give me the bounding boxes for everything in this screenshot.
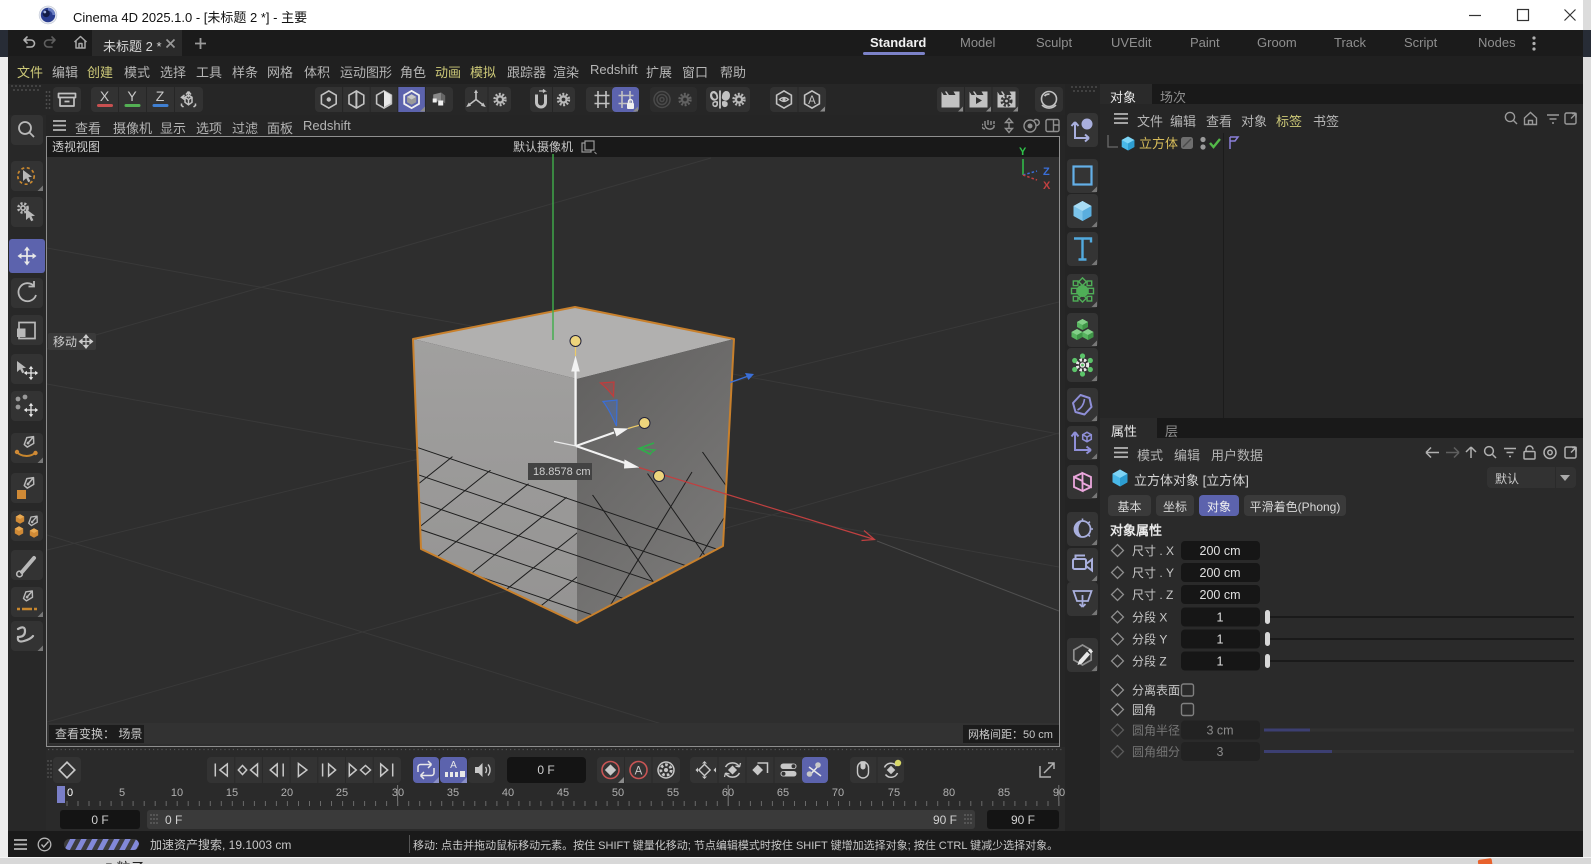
svg-text:90 F: 90 F	[1011, 813, 1035, 827]
svg-text:尺寸 . Z: 尺寸 . Z	[1132, 588, 1173, 602]
svg-text:10: 10	[171, 787, 183, 799]
svg-text:尺寸 . Y: 尺寸 . Y	[1132, 566, 1174, 580]
svg-text:X: X	[100, 88, 110, 104]
svg-text:5: 5	[119, 787, 125, 799]
svg-text:90 F: 90 F	[933, 813, 957, 827]
svg-text:18.8578 cm: 18.8578 cm	[533, 466, 590, 478]
svg-text:移动: 移动	[53, 335, 77, 349]
svg-text:Y: Y	[1019, 146, 1027, 158]
svg-text:1: 1	[1217, 611, 1224, 625]
svg-text:85: 85	[998, 787, 1010, 799]
svg-text:15: 15	[226, 787, 238, 799]
svg-text:45: 45	[557, 787, 569, 799]
svg-text:A: A	[450, 760, 457, 771]
svg-text:75: 75	[888, 787, 900, 799]
svg-text:50: 50	[612, 787, 624, 799]
svg-text:分段 Y: 分段 Y	[1132, 632, 1167, 647]
svg-text:35: 35	[447, 787, 459, 799]
svg-text:80: 80	[943, 787, 955, 799]
svg-text:70: 70	[832, 787, 844, 799]
svg-text:200 cm: 200 cm	[1200, 544, 1241, 558]
svg-text:200 cm: 200 cm	[1200, 588, 1241, 602]
svg-text:A: A	[635, 766, 643, 778]
svg-text:3: 3	[1217, 745, 1224, 759]
svg-text:分段 X: 分段 X	[1132, 610, 1167, 625]
svg-text:1: 1	[1217, 633, 1224, 647]
svg-text:0 F: 0 F	[537, 763, 554, 777]
svg-text:65: 65	[777, 787, 789, 799]
svg-text:Y: Y	[127, 88, 137, 104]
svg-text:200 cm: 200 cm	[1200, 566, 1241, 580]
svg-text:55: 55	[667, 787, 679, 799]
svg-text:20: 20	[281, 787, 293, 799]
svg-text:0: 0	[67, 787, 73, 799]
svg-text:A: A	[808, 95, 816, 107]
svg-text:尺寸 . X: 尺寸 . X	[1132, 544, 1174, 558]
svg-text:透视视图: 透视视图	[52, 139, 100, 154]
svg-text:立方体: 立方体	[1139, 136, 1178, 151]
svg-text:网格间距：50 cm: 网格间距：50 cm	[968, 727, 1053, 741]
svg-text:40: 40	[502, 787, 514, 799]
svg-text:Z: Z	[1043, 166, 1050, 178]
svg-text:0 F: 0 F	[165, 813, 182, 827]
svg-text:分段 Z: 分段 Z	[1132, 654, 1167, 669]
svg-text:查看变换： 场景: 查看变换： 场景	[55, 726, 142, 741]
svg-text:0 F: 0 F	[91, 813, 108, 827]
svg-text:3 cm: 3 cm	[1206, 724, 1233, 738]
svg-text:25: 25	[336, 787, 348, 799]
svg-text:默认摄像机: 默认摄像机	[513, 139, 573, 154]
svg-text:圆角: 圆角	[1132, 703, 1156, 717]
svg-text:1: 1	[1217, 655, 1224, 669]
svg-text:Z: Z	[156, 88, 165, 104]
svg-text:X: X	[1043, 180, 1051, 192]
svg-text:圆角半径: 圆角半径	[1132, 724, 1180, 738]
svg-text:圆角细分: 圆角细分	[1132, 745, 1180, 759]
svg-text:分离表面: 分离表面	[1132, 683, 1180, 698]
